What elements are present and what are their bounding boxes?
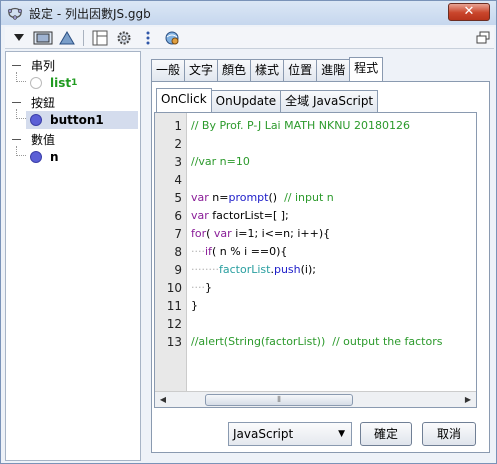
dropdown-arrow-icon[interactable] [9, 29, 29, 47]
more-icon[interactable] [138, 29, 158, 47]
tree-item[interactable]: list 1 [26, 74, 138, 92]
settings-window: 設定 - 列出因數JS.ggb ✕ 串列 list 1 按鈕 button1 數值 n 一般… [0, 0, 497, 464]
code-line: ········factorList.push(i); [191, 263, 316, 276]
code-line: for( var i=1; i<=n; i++){ [191, 227, 331, 240]
code-line: //var n=10 [191, 155, 250, 168]
line-number: 8 [174, 245, 182, 259]
line-number: 9 [174, 263, 182, 277]
tree-group-label: 數值 [31, 132, 56, 147]
language-select-value: JavaScript [233, 427, 294, 441]
line-number: 10 [166, 281, 182, 295]
subtab-2[interactable]: 全域 JavaScript [280, 90, 379, 112]
panel-icon[interactable] [90, 29, 110, 47]
property-tabs: 一般 文字 顏色 樣式 位置 進階 程式 [151, 57, 384, 81]
tree-group[interactable]: 按鈕 [6, 93, 55, 111]
collapse-icon[interactable] [12, 138, 21, 140]
cancel-button[interactable]: 取消 [422, 422, 476, 446]
line-number: 13 [166, 335, 182, 349]
properties-panel: 一般 文字 顏色 樣式 位置 進階 程式 OnClick OnUpdate 全域 JavaScr… [145, 51, 494, 461]
code-line: var factorList=[ ]; [191, 209, 289, 222]
script-tab-body: OnClick OnUpdate 全域 JavaScript 1 2 3 4 5 6 7 8 9 10… [151, 81, 490, 453]
horizontal-scrollbar[interactable]: ◀ ⦀ ▶ [155, 391, 476, 407]
visible-dot-icon[interactable] [30, 151, 42, 163]
code-line: // By Prof. P-J Lai MATH NKNU 20180126 [191, 119, 410, 132]
tree-connector [16, 146, 26, 156]
code-editor[interactable]: 1 2 3 4 5 6 7 8 9 10 11 12 13 // By Prof. P-J Lai MA… [154, 112, 477, 408]
code-line: ····if( n % i ==0){ [191, 245, 288, 258]
tree-group-label: 按鈕 [31, 95, 56, 110]
code-line: ····} [191, 281, 212, 294]
script-subtabs: OnClick OnUpdate 全域 JavaScript [156, 88, 379, 112]
display-icon[interactable] [33, 29, 53, 47]
tab-1[interactable]: 文字 [184, 59, 219, 81]
triangle-icon[interactable] [57, 29, 77, 47]
line-number: 12 [166, 317, 182, 331]
line-number: 1 [174, 119, 182, 133]
scroll-left-icon[interactable]: ◀ [157, 394, 169, 406]
hidden-dot-icon[interactable] [30, 77, 42, 89]
close-button[interactable]: ✕ [448, 3, 490, 21]
collapse-icon[interactable] [12, 64, 21, 66]
code-line: var n=prompt() // input n [191, 191, 334, 204]
visible-dot-icon[interactable] [30, 114, 42, 126]
subtab-0[interactable]: OnClick [156, 88, 212, 112]
tree-connector [16, 72, 26, 82]
tree-item-label: list [50, 76, 72, 90]
tree-item-label: n [50, 150, 59, 164]
collapse-icon[interactable] [12, 101, 21, 103]
line-number: 4 [174, 173, 182, 187]
tab-5[interactable]: 進階 [316, 59, 351, 81]
tree-item-label: button1 [50, 113, 104, 127]
globe-icon[interactable] [162, 29, 182, 47]
line-number: 2 [174, 137, 182, 151]
object-tree: 串列 list 1 按鈕 button1 數值 n [5, 51, 141, 461]
tree-item-subscript: 1 [71, 78, 78, 88]
tab-3[interactable]: 樣式 [250, 59, 285, 81]
line-number: 11 [166, 299, 182, 313]
line-number: 3 [174, 155, 182, 169]
window-restore-icon[interactable] [476, 31, 490, 45]
toolbar-separator [83, 29, 84, 46]
scroll-right-icon[interactable]: ▶ [462, 394, 474, 406]
scroll-thumb[interactable]: ⦀ [205, 394, 353, 406]
line-number-gutter: 1 2 3 4 5 6 7 8 9 10 11 12 13 [155, 113, 187, 391]
tab-4[interactable]: 位置 [283, 59, 318, 81]
line-number: 6 [174, 209, 182, 223]
tree-item[interactable]: n [26, 148, 138, 166]
gear-icon[interactable] [114, 29, 134, 47]
tab-2[interactable]: 顏色 [217, 59, 252, 81]
tree-group[interactable]: 串列 [6, 56, 55, 74]
window-title: 設定 - 列出因數JS.ggb [29, 6, 151, 21]
ok-button[interactable]: 確定 [360, 422, 412, 446]
geogebra-app-icon [7, 7, 23, 20]
line-number: 7 [174, 227, 182, 241]
subtab-1[interactable]: OnUpdate [210, 90, 282, 112]
tab-0[interactable]: 一般 [151, 59, 186, 81]
tab-6[interactable]: 程式 [349, 57, 384, 81]
line-number: 5 [174, 191, 182, 205]
tree-item[interactable]: button1 [26, 111, 138, 129]
title-bar: 設定 - 列出因數JS.ggb ✕ [1, 1, 496, 25]
language-select[interactable]: JavaScript ▼ [228, 422, 352, 446]
tree-group-label: 串列 [31, 58, 56, 73]
toolbar [5, 27, 494, 49]
chevron-down-icon: ▼ [338, 429, 345, 439]
code-line: //alert(String(factorList)) // output th… [191, 335, 443, 348]
tree-group[interactable]: 數值 [6, 130, 55, 148]
tree-connector [16, 109, 26, 119]
code-line: } [191, 299, 198, 312]
